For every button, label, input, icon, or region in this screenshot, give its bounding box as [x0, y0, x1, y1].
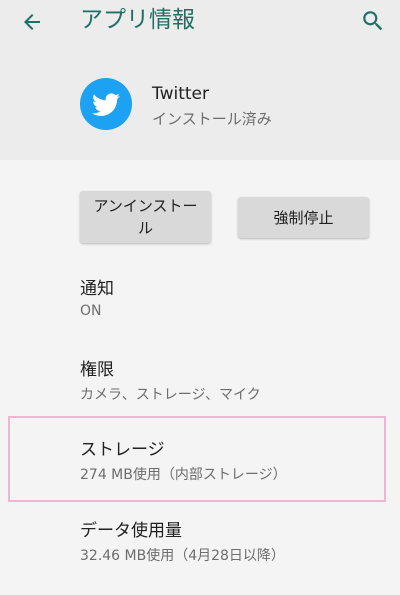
notifications-setting[interactable]: 通知 ON — [80, 274, 114, 319]
data-usage-summary: 32.46 MB使用（4月28日以降） — [80, 548, 285, 564]
page-title: アプリ情報 — [80, 7, 195, 33]
arrow-back-icon — [24, 14, 40, 30]
notifications-summary: ON — [80, 303, 102, 319]
app-bar: アプリ情報 Twitter インストール済み — [0, 0, 400, 160]
notifications-title: 通知 — [80, 279, 114, 299]
permissions-setting[interactable]: 権限 カメラ、ストレージ、マイク — [80, 355, 261, 404]
storage-summary: 274 MB使用（内部ストレージ） — [80, 467, 287, 483]
search-icon — [363, 11, 383, 31]
storage-title: ストレージ — [80, 440, 165, 460]
data-usage-setting[interactable]: データ使用量 32.46 MB使用（4月28日以降） — [80, 516, 285, 565]
force-stop-button[interactable]: 強制停止 — [238, 197, 369, 238]
permissions-summary: カメラ、ストレージ、マイク — [80, 387, 261, 403]
uninstall-button[interactable]: アンインストール — [80, 191, 211, 243]
permissions-title: 権限 — [80, 360, 114, 380]
app-name: Twitter — [152, 84, 209, 104]
storage-setting[interactable]: ストレージ 274 MB使用（内部ストレージ） — [80, 435, 287, 484]
app-install-status: インストール済み — [152, 110, 272, 128]
data-usage-title: データ使用量 — [80, 521, 182, 541]
search-button[interactable] — [358, 6, 388, 36]
back-button[interactable] — [18, 8, 46, 36]
twitter-bird-icon — [80, 78, 132, 130]
